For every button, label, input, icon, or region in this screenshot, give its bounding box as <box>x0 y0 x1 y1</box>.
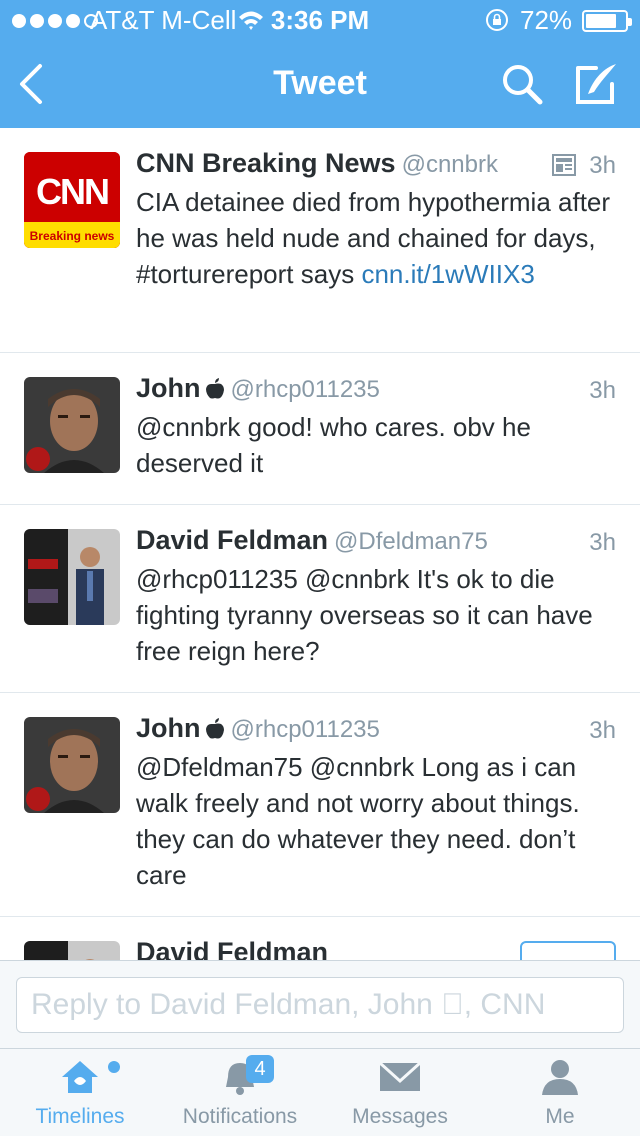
tweet-reply[interactable]: David Feldman @Dfeldman75 3h @rhcp011235 … <box>0 505 640 693</box>
tweet-link[interactable]: cnn.it/​1wWIIX3 <box>361 259 534 289</box>
person-icon <box>542 1060 578 1095</box>
author-name[interactable]: John @rhcp011235 <box>136 713 380 744</box>
tweet-time: 3h <box>589 717 616 744</box>
user-handle: @rhcp011235 <box>230 716 380 743</box>
author-name[interactable]: David Feldman <box>136 937 328 960</box>
tweet-main[interactable]: CNN Breaking news CNN Breaking News @cnnb… <box>0 128 640 353</box>
top-bar: AT&T M-Cell 3:36 PM 72% Tweet <box>0 0 640 128</box>
battery-percent: 72% <box>520 5 573 35</box>
summary-card-icon <box>552 154 576 176</box>
rotation-lock-icon <box>486 9 508 31</box>
display-name: CNN Breaking News <box>136 148 396 178</box>
avatar[interactable] <box>24 529 120 625</box>
avatar-photo <box>24 941 120 960</box>
new-content-dot <box>108 1061 120 1073</box>
avatar-photo <box>24 529 120 625</box>
tab-timelines[interactable]: Timelines <box>0 1049 160 1136</box>
cnn-logo-icon: CNN Breaking news <box>24 152 120 248</box>
tab-label: Messages <box>352 1105 448 1128</box>
author-name[interactable]: John @rhcp011235 <box>136 373 380 404</box>
avatar[interactable] <box>24 717 120 813</box>
tweet-reply[interactable]: David Feldman <box>0 917 640 960</box>
display-name: John <box>136 713 201 743</box>
avatar[interactable]: CNN Breaking news <box>24 152 120 248</box>
display-name: John <box>136 373 201 403</box>
tweet-reply[interactable]: John @rhcp011235 3h @Dfeldman75 @cnnbrk L… <box>0 693 640 917</box>
search-icon[interactable] <box>498 60 546 108</box>
display-name: David Feldman <box>136 525 329 555</box>
svg-text:CNN: CNN <box>36 171 108 212</box>
svg-text:Breaking news: Breaking news <box>30 229 115 243</box>
author-name[interactable]: David Feldman @Dfeldman75 <box>136 525 488 556</box>
avatar-photo <box>24 377 120 473</box>
tweet-text: @cnnbrk good! who cares. obv he deserved… <box>136 412 531 478</box>
tweet-text: @rhcp011235 @cnnbrk It's ok to die fight… <box>136 564 593 666</box>
tab-label: Timelines <box>35 1105 125 1128</box>
display-name: David Feldman <box>136 937 329 960</box>
author-name[interactable]: CNN Breaking News @cnnbrk <box>136 148 498 179</box>
avatar[interactable] <box>24 377 120 473</box>
notification-badge: 4 <box>246 1055 274 1083</box>
tweet-reply[interactable]: John @rhcp011235 3h @cnnbrk good! who car… <box>0 353 640 505</box>
follow-button[interactable] <box>520 941 616 960</box>
avatar-photo <box>24 717 120 813</box>
tweet-text: @Dfeldman75 @cnnbrk Long as i can walk f… <box>136 752 580 890</box>
avatar[interactable] <box>24 941 120 960</box>
tab-label: Notifications <box>182 1105 298 1128</box>
status-bar: AT&T M-Cell 3:36 PM 72% <box>0 0 640 40</box>
nav-bar: Tweet <box>0 40 640 128</box>
tab-label: Me <box>545 1105 575 1128</box>
user-handle: @Dfeldman75 <box>334 528 488 555</box>
user-handle: @cnnbrk <box>401 151 498 178</box>
tab-notifications[interactable]: 4 Notifications <box>160 1049 320 1136</box>
reply-input[interactable] <box>16 977 624 1033</box>
home-icon <box>62 1061 98 1093</box>
reply-bar <box>0 960 640 1048</box>
tab-messages[interactable]: Messages <box>320 1049 480 1136</box>
tweet-text: CIA detainee died from hypothermia after… <box>136 184 616 292</box>
apple-logo-icon <box>205 718 224 739</box>
tab-me[interactable]: Me <box>480 1049 640 1136</box>
envelope-icon <box>378 1061 422 1091</box>
tab-bar: Timelines 4 Notifications Messages Me <box>0 1048 640 1136</box>
tweet-time: 3h <box>589 152 616 179</box>
battery-icon <box>582 10 632 32</box>
tweet-time: 3h <box>589 377 616 404</box>
apple-logo-icon <box>205 378 224 399</box>
compose-icon[interactable] <box>570 58 622 110</box>
tweet-time: 3h <box>589 529 616 556</box>
user-handle: @rhcp011235 <box>230 376 380 403</box>
